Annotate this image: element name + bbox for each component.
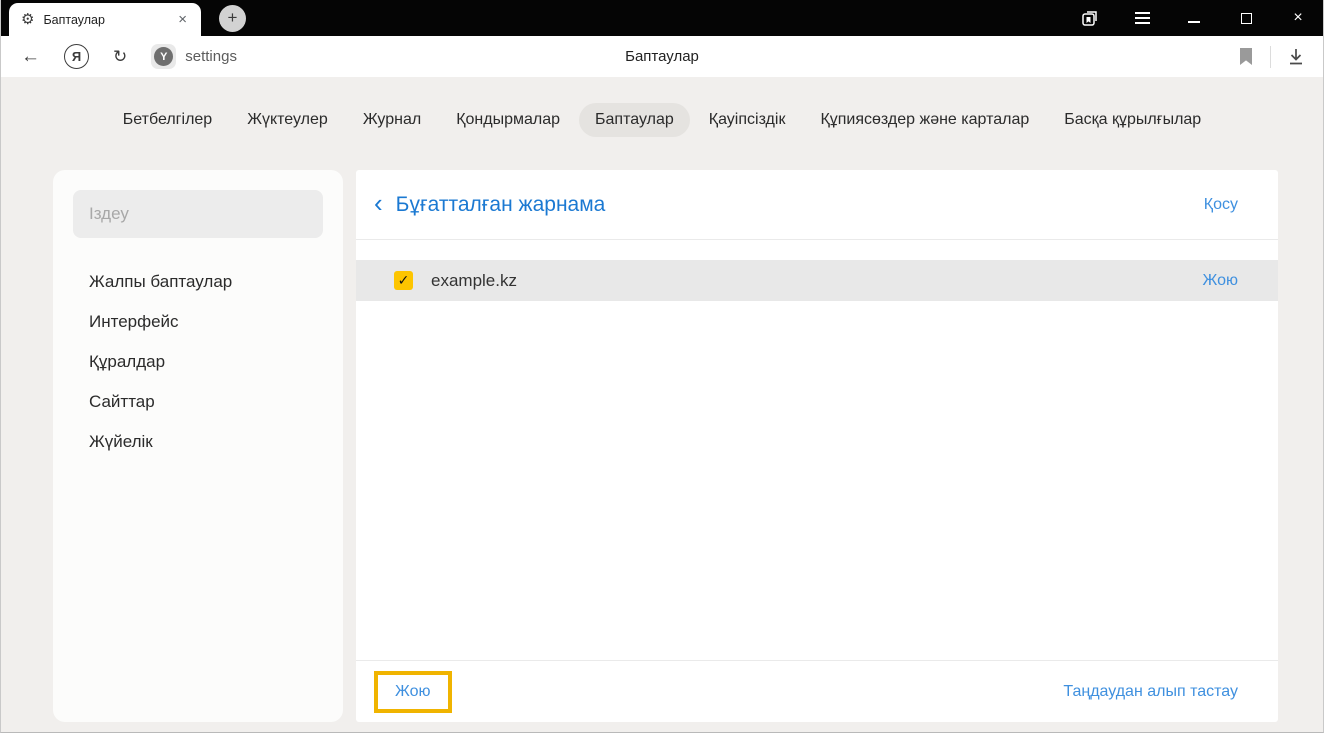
tab-settings[interactable]: ⚙ Баптаулар × (9, 3, 201, 36)
panel-header: ‹ Бұғатталған жарнама Қосу (356, 170, 1278, 240)
delete-button[interactable]: Жою (395, 683, 431, 700)
delete-button-highlight: Жою (374, 670, 452, 713)
nav-tab-history[interactable]: Журнал (347, 103, 437, 137)
settings-nav: Бетбелгілер Жүктеулер Журнал Қондырмалар… (1, 103, 1323, 137)
row-domain: example.kz (431, 270, 517, 290)
gear-icon: ⚙ (21, 11, 35, 28)
deselect-button[interactable]: Таңдаудан алып тастау (1063, 683, 1238, 701)
back-chevron-icon[interactable]: ‹ (374, 190, 383, 216)
tab-bar: ⚙ Баптаулар × + × (1, 0, 1323, 36)
sidebar-item-system[interactable]: Жүйелік (73, 422, 323, 462)
list-gap (356, 240, 1278, 260)
blocked-ads-panel: ‹ Бұғатталған жарнама Қосу ✓ example.kz … (356, 170, 1278, 722)
add-button[interactable]: Қосу (1204, 196, 1238, 214)
sidebar-item-general[interactable]: Жалпы баптаулар (73, 262, 323, 302)
blocked-site-row[interactable]: ✓ example.kz Жою (356, 260, 1278, 301)
maximize-icon[interactable] (1235, 7, 1257, 29)
minimize-icon[interactable] (1183, 7, 1205, 29)
nav-tab-downloads[interactable]: Жүктеулер (231, 103, 344, 137)
settings-sidebar: Жалпы баптаулар Интерфейс Құралдар Сайтт… (53, 170, 343, 722)
close-window-icon[interactable]: × (1287, 7, 1309, 29)
row-delete-button[interactable]: Жою (1203, 272, 1239, 290)
sidebar-item-tools[interactable]: Құралдар (73, 342, 323, 382)
downloads-icon[interactable] (1287, 47, 1305, 66)
nav-tab-other-devices[interactable]: Басқа құрылғылар (1048, 103, 1217, 137)
url-text: settings (185, 48, 237, 65)
tab-title: Баптаулар (43, 12, 105, 27)
row-checkbox[interactable]: ✓ (394, 271, 413, 290)
close-tab-icon[interactable]: × (176, 11, 189, 28)
menu-icon[interactable] (1131, 7, 1153, 29)
nav-tab-extensions[interactable]: Қондырмалар (440, 103, 576, 137)
browser-toolbar: ← Я ↻ Y settings Баптаулар (1, 36, 1323, 77)
search-input[interactable] (73, 190, 323, 238)
refresh-icon[interactable]: ↻ (113, 47, 127, 67)
panel-body (356, 301, 1278, 660)
page-title: Баптаулар (625, 48, 699, 65)
sidebar-item-interface[interactable]: Интерфейс (73, 302, 323, 342)
new-tab-button[interactable]: + (219, 5, 246, 32)
nav-tab-passwords[interactable]: Құпиясөздер және карталар (804, 103, 1045, 137)
yandex-logo-icon[interactable]: Я (64, 44, 89, 69)
tab-panels-icon[interactable] (1079, 7, 1101, 29)
panel-title: Бұғатталған жарнама (395, 192, 606, 216)
browser-window: ⚙ Баптаулар × + × ← Я ↻ Y settings Бапта… (0, 0, 1324, 733)
bookmark-icon[interactable] (1238, 47, 1254, 66)
nav-tab-bookmarks[interactable]: Бетбелгілер (107, 103, 228, 137)
back-icon[interactable]: ← (21, 46, 40, 68)
panel-footer: Жою Таңдаудан алып тастау (356, 660, 1278, 722)
address-bar[interactable]: Y settings (151, 44, 237, 69)
protect-badge: Y (151, 44, 177, 69)
protect-icon: Y (154, 47, 174, 66)
toolbar-separator (1270, 45, 1271, 68)
nav-tab-security[interactable]: Қауіпсіздік (693, 103, 802, 137)
nav-tab-settings[interactable]: Баптаулар (579, 103, 690, 137)
sidebar-item-sites[interactable]: Сайттар (73, 382, 323, 422)
